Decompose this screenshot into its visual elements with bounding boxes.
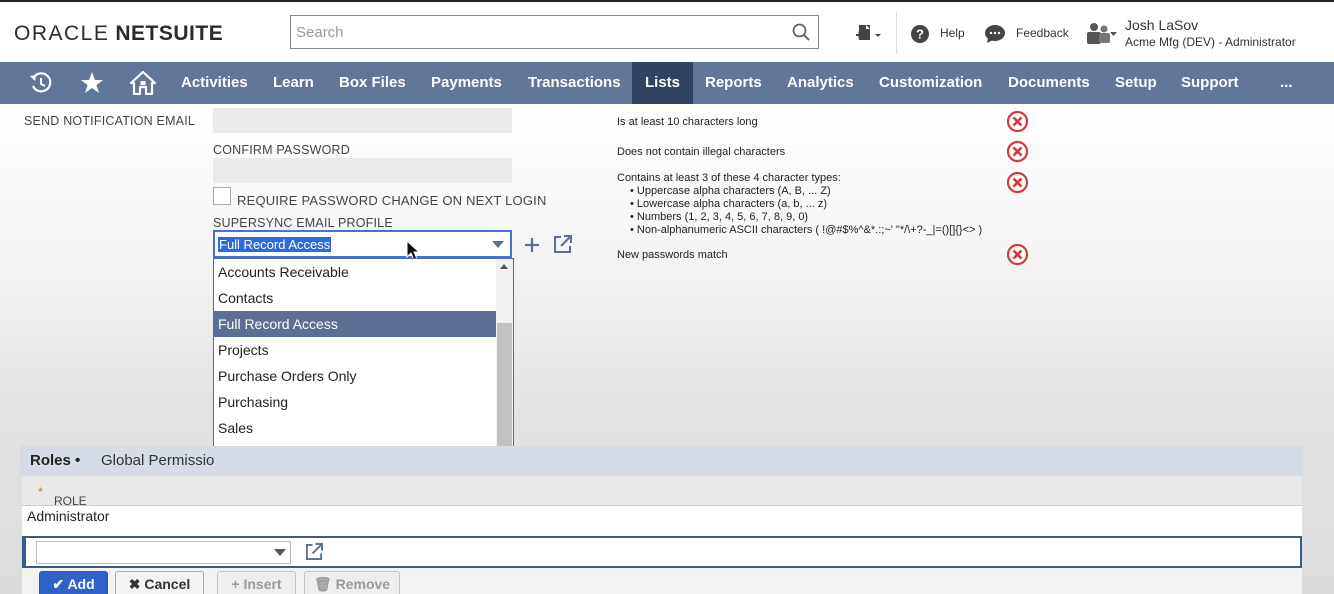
dropdown-option[interactable]: Contacts [214,285,496,311]
global-header: ORACLENETSUITE ? Help Feedback Josh LaSo… [0,0,1334,62]
user-roles-icon[interactable] [1084,22,1118,46]
role-column-label: ROLE * [38,485,87,508]
dropdown-option[interactable]: Sales [214,415,496,441]
nav-transactions[interactable]: Transactions [528,62,621,104]
subtabs-bar: Roles • Global Permissio [20,446,1303,476]
cancel-label: Cancel [144,576,191,592]
nav-analytics[interactable]: Analytics [787,62,854,104]
rule-length: Is at least 10 characters long [617,116,758,128]
required-mark: * [38,485,43,499]
header-divider [896,12,897,54]
help-icon[interactable]: ? [910,24,930,44]
close-icon: ✖ [128,576,141,592]
role-select[interactable] [36,541,291,564]
send-notification-label: SEND NOTIFICATION EMAIL [24,114,196,128]
dropdown-scrollbar[interactable] [496,259,513,468]
supersync-dropdown-list[interactable]: Accounts Receivable Contacts Full Record… [213,258,514,469]
nav-learn[interactable]: Learn [273,62,314,104]
plus-icon: + [231,576,240,592]
table-row[interactable]: Administrator [22,506,1302,536]
home-icon[interactable] [128,62,158,104]
check-icon: ✔ [52,576,65,592]
rule-passwords-match: New passwords match [617,249,728,261]
open-link-icon[interactable] [553,235,572,254]
nav-payments[interactable]: Payments [431,62,502,104]
require-password-change-checkbox[interactable] [213,187,231,205]
dropdown-option[interactable]: Purchase Orders Only [214,363,496,389]
password-field[interactable] [213,108,512,133]
favorites-star-icon[interactable] [78,62,106,104]
rule-char-type-item: • Numbers (1, 2, 3, 4, 5, 6, 7, 8, 9, 0) [630,211,809,223]
tab-roles[interactable]: Roles • [30,452,80,469]
confirm-password-field[interactable] [213,158,512,183]
nav-activities[interactable]: Activities [181,62,248,104]
remove-label: Remove [335,576,391,592]
insert-button[interactable]: + Insert [217,571,296,594]
scrollbar-thumb[interactable] [497,323,512,452]
supersync-email-profile-select[interactable]: Full Record Access [213,230,512,258]
tab-global-permissions[interactable]: Global Permissio [101,452,214,469]
role-edit-row [22,536,1302,568]
remove-button[interactable]: 🗑 Remove [304,571,400,594]
fail-x-icon [1006,110,1029,133]
roles-column-header: ROLE * [22,476,1302,508]
rule-char-type-item: • Non-alphanumeric ASCII characters ( !@… [630,224,983,236]
supersync-email-profile-label: SUPERSYNC EMAIL PROFILE [213,216,393,230]
dropdown-option[interactable]: Purchasing [214,389,496,415]
rule-illegal-chars: Does not contain illegal characters [617,146,786,158]
feedback-link[interactable]: Feedback [1016,26,1069,40]
confirm-password-label: CONFIRM PASSWORD [213,143,350,157]
selected-value: Full Record Access [218,237,332,252]
search-icon[interactable] [792,23,810,41]
search-input[interactable] [291,16,771,48]
feedback-icon[interactable] [984,24,1006,44]
help-link[interactable]: Help [940,26,965,40]
nav-more[interactable]: ... [1280,62,1293,104]
fail-x-icon [1006,140,1029,163]
chevron-down-icon[interactable] [274,549,286,556]
role-value: Administrator [27,508,110,524]
chevron-down-icon[interactable] [492,241,504,248]
nav-lists[interactable]: Lists [632,62,693,104]
plus-icon[interactable] [523,236,541,254]
nav-reports[interactable]: Reports [705,62,762,104]
logo-oracle: ORACLE [14,22,110,45]
main-nav: Activities Learn Box Files Payments Tran… [0,62,1334,104]
nav-setup[interactable]: Setup [1115,62,1157,104]
open-link-icon[interactable] [305,543,323,561]
netsuite-logo[interactable]: ORACLE NETSUITE [14,22,223,46]
add-label: Add [67,576,95,592]
global-search[interactable] [290,15,819,49]
cancel-button[interactable]: ✖ Cancel [115,571,204,594]
nav-documents[interactable]: Documents [1008,62,1090,104]
insert-label: Insert [243,576,282,592]
trash-icon: 🗑 [313,576,332,592]
rule-char-type-item: • Lowercase alpha characters (a, b, ... … [630,198,828,210]
svg-text:?: ? [916,27,924,42]
rule-char-types-title: Contains at least 3 of these 4 character… [617,172,841,184]
row-action-buttons: ✔ Add ✖ Cancel + Insert 🗑 Remove [22,568,1302,594]
dropdown-option[interactable]: Projects [214,337,496,363]
recent-icon[interactable] [27,62,55,104]
scroll-up-icon[interactable] [500,264,508,269]
rule-char-type-item: • Uppercase alpha characters (A, B, ... … [630,185,831,197]
nav-box-files[interactable]: Box Files [339,62,406,104]
dropdown-option-selected[interactable]: Full Record Access [214,311,496,337]
recent-records-icon[interactable] [855,24,883,46]
add-button[interactable]: ✔ Add [39,571,108,594]
nav-customization[interactable]: Customization [879,62,982,104]
fail-x-icon [1006,171,1029,194]
require-password-change-label: REQUIRE PASSWORD CHANGE ON NEXT LOGIN [237,193,547,208]
dropdown-option[interactable]: Accounts Receivable [214,259,496,285]
logo-netsuite: NETSUITE [115,22,224,45]
user-name[interactable]: Josh LaSov [1125,17,1198,33]
nav-support[interactable]: Support [1181,62,1239,104]
user-account[interactable]: Acme Mfg (DEV) - Administrator [1125,35,1296,49]
fail-x-icon [1006,243,1029,266]
